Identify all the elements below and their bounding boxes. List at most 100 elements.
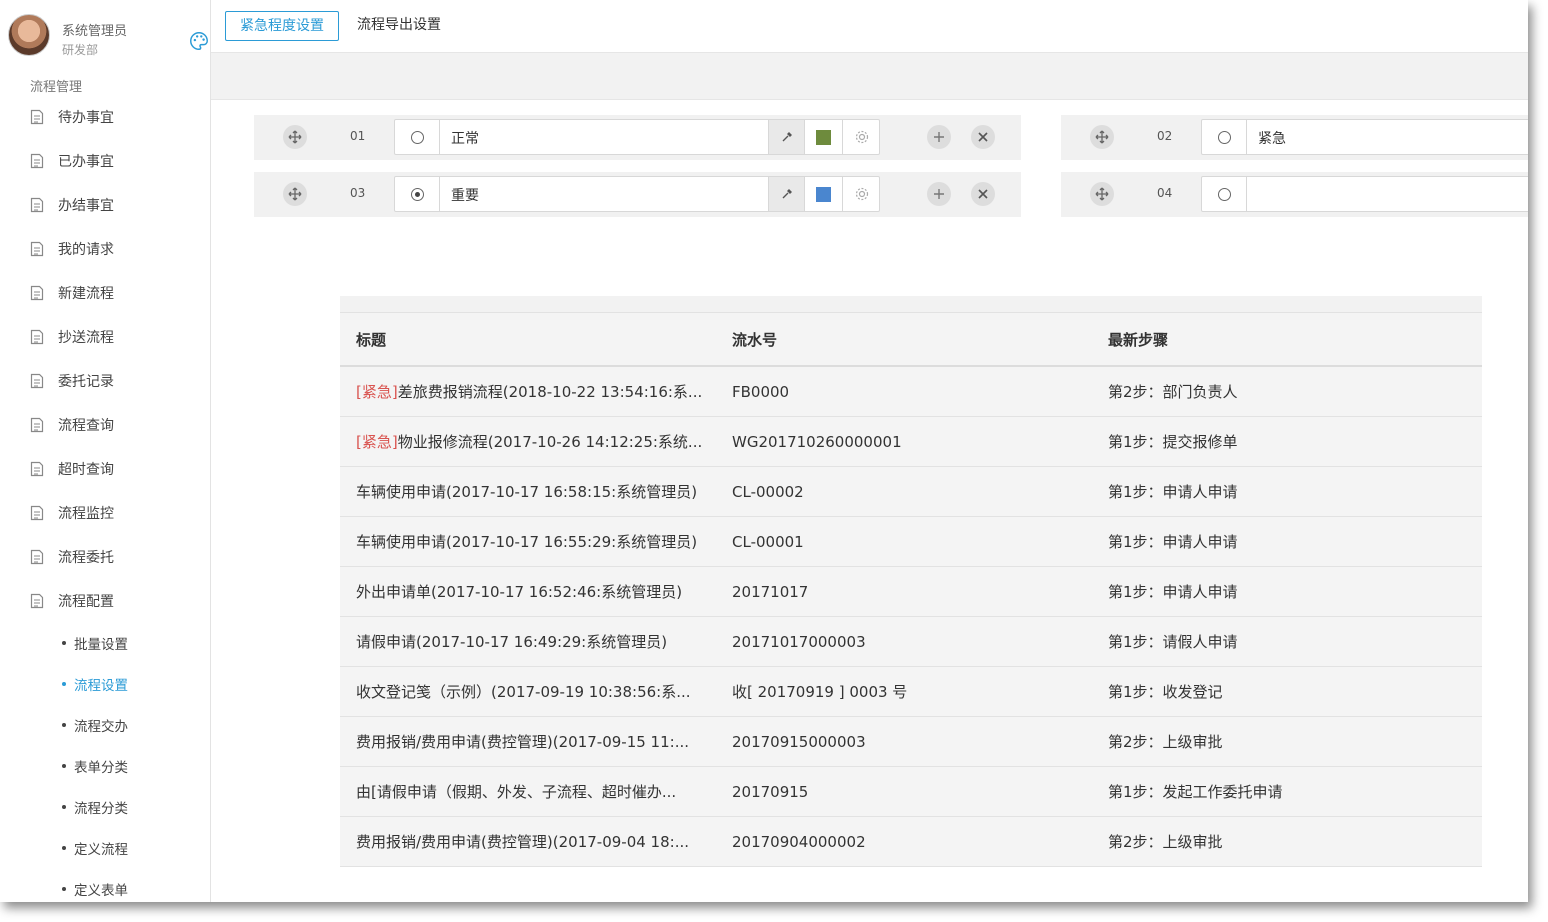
row-title[interactable]: 外出申请单(2017-10-17 16:52:46:系统管理员) xyxy=(340,581,732,602)
row-title[interactable]: 收文登记笺（示例）(2017-09-19 10:38:56:系... xyxy=(340,681,732,702)
sidebar-subitem[interactable]: 流程设置 xyxy=(0,663,210,704)
sidebar-item[interactable]: 流程配置 xyxy=(0,579,210,623)
level-name-input[interactable]: 紧急 xyxy=(1258,128,1286,148)
sidebar-item[interactable]: 流程查询 xyxy=(0,403,210,447)
row-title-text: 由[请假申请（假期、外发、子流程、超时催办... xyxy=(356,783,677,801)
sidebar-item[interactable]: 抄送流程 xyxy=(0,315,210,359)
table-row[interactable]: 费用报销/费用申请(费控管理)(2017-09-04 18:... 2017090… xyxy=(340,817,1482,867)
color-swatch[interactable] xyxy=(804,120,842,154)
close-icon xyxy=(978,132,988,142)
row-step: 第1步：申请人申请 xyxy=(1108,533,1238,551)
color-picker-button[interactable] xyxy=(768,120,804,154)
document-icon xyxy=(30,109,44,125)
drag-handle[interactable] xyxy=(1090,125,1114,149)
settings-button[interactable] xyxy=(842,120,880,154)
sidebar-item-label: 流程监控 xyxy=(58,506,114,522)
row-step: 第1步：申请人申请 xyxy=(1108,483,1238,501)
row-title[interactable]: 由[请假申请（假期、外发、子流程、超时催办... xyxy=(340,781,732,802)
level-radio[interactable] xyxy=(1202,120,1247,154)
sidebar-subitem[interactable]: 批量设置 xyxy=(0,622,210,663)
drag-handle[interactable] xyxy=(283,182,307,206)
tab-export-settings[interactable]: 流程导出设置 xyxy=(343,11,455,39)
document-icon xyxy=(30,549,44,565)
sidebar-item[interactable]: 超时查询 xyxy=(0,447,210,491)
settings-button[interactable] xyxy=(842,177,880,211)
table-row[interactable]: 由[请假申请（假期、外发、子流程、超时催办... 20170915 第1步：发起工作… xyxy=(340,767,1482,817)
row-step: 第2步：上级审批 xyxy=(1108,833,1223,851)
sidebar-item[interactable]: 已办事宜 xyxy=(0,139,210,183)
sidebar-subitem[interactable]: 定义流程 xyxy=(0,827,210,868)
sidebar-item[interactable]: 委托记录 xyxy=(0,359,210,403)
table-top-band xyxy=(340,296,1482,313)
table-row[interactable]: 车辆使用申请(2017-10-17 16:55:29:系统管理员) CL-0000… xyxy=(340,517,1482,567)
level-radio[interactable] xyxy=(395,177,440,211)
level-radio[interactable] xyxy=(395,120,440,154)
table-row[interactable]: 费用报销/费用申请(费控管理)(2017-09-15 11:... 2017091… xyxy=(340,717,1482,767)
row-title[interactable]: 车辆使用申请(2017-10-17 16:55:29:系统管理员) xyxy=(340,531,732,552)
row-title[interactable]: 车辆使用申请(2017-10-17 16:58:15:系统管理员) xyxy=(340,481,732,502)
sidebar-subitem-label: 定义流程 xyxy=(74,841,128,858)
sidebar-subitem-label: 流程设置 xyxy=(74,677,128,694)
tab-urgency-settings[interactable]: 紧急程度设置 xyxy=(225,11,339,41)
palette-icon[interactable] xyxy=(188,30,210,52)
row-title-text: 差旅费报销流程(2018-10-22 13:54:16:系... xyxy=(397,383,703,401)
sidebar-item[interactable]: 待办事宜 xyxy=(0,95,210,139)
level-radio[interactable] xyxy=(1202,177,1247,211)
row-step: 第1步：申请人申请 xyxy=(1108,583,1238,601)
level-name-input[interactable]: 重要 xyxy=(451,185,479,205)
sidebar-subitem[interactable]: 流程交办 xyxy=(0,704,210,745)
avatar[interactable] xyxy=(8,14,50,56)
document-icon xyxy=(30,241,44,257)
row-title[interactable]: 请假申请(2017-10-17 16:49:29:系统管理员) xyxy=(340,631,732,652)
header-step: 最新步骤 xyxy=(1108,330,1169,349)
row-title-text: 收文登记笺（示例）(2017-09-19 10:38:56:系... xyxy=(356,683,691,701)
sidebar-subitem[interactable]: 定义表单 xyxy=(0,868,210,902)
drag-handle[interactable] xyxy=(1090,182,1114,206)
remove-level-button[interactable] xyxy=(971,182,995,206)
table-row[interactable]: 车辆使用申请(2017-10-17 16:58:15:系统管理员) CL-0000… xyxy=(340,467,1482,517)
sidebar-item-label: 委托记录 xyxy=(58,374,114,390)
drag-handle[interactable] xyxy=(283,125,307,149)
sidebar-item-label: 超时查询 xyxy=(58,462,114,478)
sidebar-item[interactable]: 流程委托 xyxy=(0,535,210,579)
row-title[interactable]: 费用报销/费用申请(费控管理)(2017-09-04 18:... xyxy=(340,831,732,852)
remove-level-button[interactable] xyxy=(971,125,995,149)
app-window: 系统管理员 研发部 流程管理 待办事宜 已办事宜 办结事宜 我的请求 新建流程 抄送流程委… xyxy=(0,0,1528,902)
table-row[interactable]: 收文登记笺（示例）(2017-09-19 10:38:56:系... 收[ 201… xyxy=(340,667,1482,717)
urgency-level-row: 04 xyxy=(1061,172,1528,217)
document-icon xyxy=(30,285,44,301)
color-picker-button[interactable] xyxy=(768,177,804,211)
sidebar-item[interactable]: 流程监控 xyxy=(0,491,210,535)
document-icon xyxy=(30,461,44,477)
sidebar-item[interactable]: 我的请求 xyxy=(0,227,210,271)
urgency-level-row: 02 紧急 xyxy=(1061,115,1528,160)
sidebar-item[interactable]: 办结事宜 xyxy=(0,183,210,227)
row-serial: 20170915 xyxy=(732,782,809,801)
user-profile: 系统管理员 研发部 xyxy=(8,14,208,64)
table-row[interactable]: [紧急]物业报修流程(2017-10-26 14:12:25:系统... WG20… xyxy=(340,417,1482,467)
row-title[interactable]: [紧急]差旅费报销流程(2018-10-22 13:54:16:系... xyxy=(340,381,732,402)
sidebar-subitem[interactable]: 流程分类 xyxy=(0,786,210,827)
row-step: 第1步：请假人申请 xyxy=(1108,633,1238,651)
table-header: 标题 流水号 最新步骤 xyxy=(340,313,1482,367)
sidebar-subitem[interactable]: 表单分类 xyxy=(0,745,210,786)
sidebar-item[interactable]: 新建流程 xyxy=(0,271,210,315)
level-name-input[interactable]: 正常 xyxy=(451,128,479,148)
row-title[interactable]: 费用报销/费用申请(费控管理)(2017-09-15 11:... xyxy=(340,731,732,752)
row-title-text: 车辆使用申请(2017-10-17 16:55:29:系统管理员) xyxy=(356,533,698,551)
row-title[interactable]: [紧急]物业报修流程(2017-10-26 14:12:25:系统... xyxy=(340,431,732,452)
row-step: 第1步：收发登记 xyxy=(1108,683,1223,701)
table-row[interactable]: 请假申请(2017-10-17 16:49:29:系统管理员) 201710170… xyxy=(340,617,1482,667)
move-icon xyxy=(288,130,302,144)
table-row[interactable]: 外出申请单(2017-10-17 16:52:46:系统管理员) 20171017… xyxy=(340,567,1482,617)
add-level-button[interactable] xyxy=(927,125,951,149)
table-row[interactable]: [紧急]差旅费报销流程(2018-10-22 13:54:16:系... FB00… xyxy=(340,367,1482,417)
bullet-icon xyxy=(62,681,66,686)
bullet-icon xyxy=(62,845,66,850)
move-icon xyxy=(288,187,302,201)
add-level-button[interactable] xyxy=(927,182,951,206)
color-swatch[interactable] xyxy=(804,177,842,211)
level-field: 正常 xyxy=(394,119,880,155)
document-icon xyxy=(30,373,44,389)
sidebar-item-label: 待办事宜 xyxy=(58,110,114,126)
